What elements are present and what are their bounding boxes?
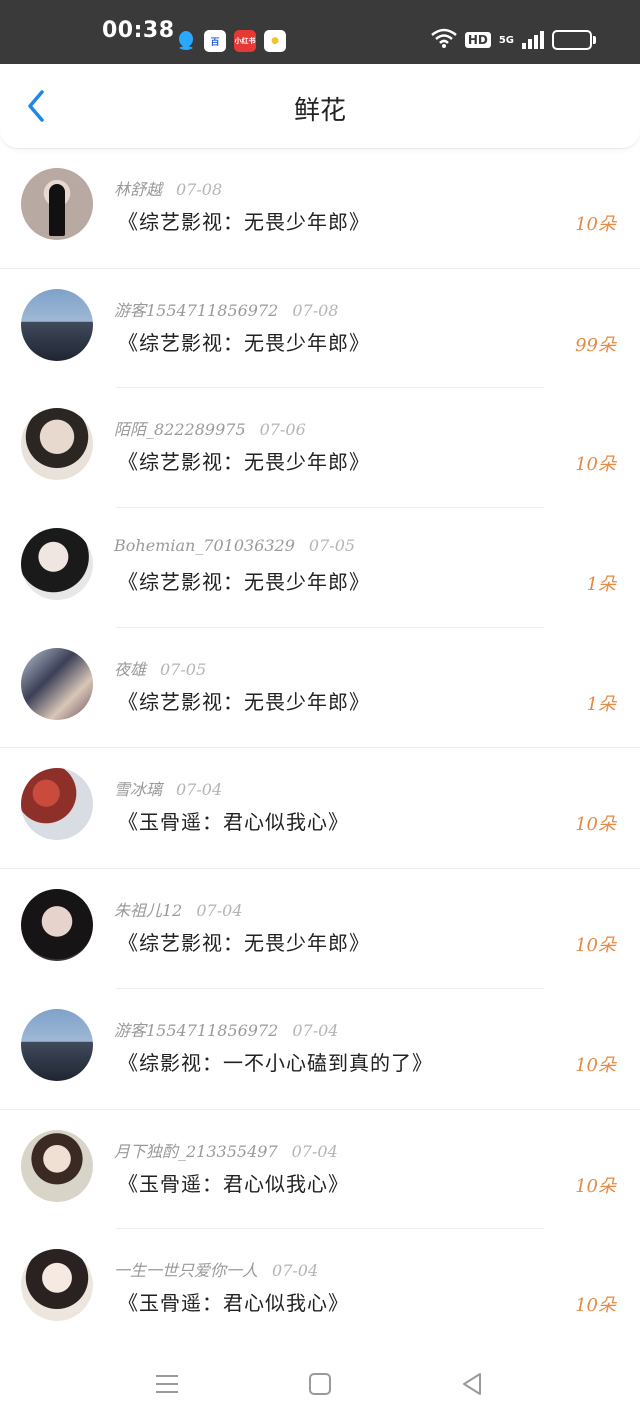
list-item[interactable]: 林舒越 07-08 《综艺影视：无畏少年郎》 10朵 xyxy=(0,148,640,269)
username: Bohemian_701036329 xyxy=(114,536,295,556)
list-item[interactable]: 夜雄 07-05 《综艺影视：无畏少年郎》 1朵 xyxy=(0,628,640,749)
list-item[interactable]: 游客1554711856972 07-08 《综艺影视：无畏少年郎》 99朵 xyxy=(0,269,640,389)
item-meta: 陌陌_822289975 07-06 xyxy=(114,416,306,440)
date: 07-05 xyxy=(308,536,356,556)
status-right-icons: HD 5G xyxy=(431,28,596,52)
status-bar: 00:38 百 小红书 ● HD 5G xyxy=(0,0,640,64)
network-type: 5G xyxy=(498,34,514,46)
username: 林舒越 xyxy=(114,180,163,199)
page-title: 鲜花 xyxy=(293,96,346,126)
avatar xyxy=(21,1008,93,1081)
item-meta: 游客1554711856972 07-04 xyxy=(114,1017,338,1041)
date: 07-04 xyxy=(272,1261,319,1281)
flower-count: 10朵 xyxy=(575,454,616,476)
avatar xyxy=(21,288,93,361)
item-meta: 月下独酌_213355497 07-04 xyxy=(114,1138,338,1162)
date: 07-04 xyxy=(176,780,223,800)
baidu-app-icon: 百 xyxy=(204,30,226,52)
username: 陌陌_822289975 xyxy=(114,420,246,440)
flower-count: 10朵 xyxy=(575,214,616,235)
avatar xyxy=(21,1249,93,1322)
recent-apps-button[interactable] xyxy=(153,1370,181,1398)
flower-list: 林舒越 07-08 《综艺影视：无畏少年郎》 10朵 游客155471185697… xyxy=(0,148,640,1349)
avatar xyxy=(21,528,93,601)
work-title: 《综艺影视：无畏少年郎》 xyxy=(118,330,370,355)
avatar xyxy=(21,168,93,240)
home-button[interactable] xyxy=(306,1370,334,1398)
system-nav-bar xyxy=(0,1342,640,1422)
username: 夜雄 xyxy=(114,659,147,679)
username: 朱祖儿12 xyxy=(114,901,183,921)
flower-count: 10朵 xyxy=(575,1295,616,1317)
work-title: 《玉骨遥：君心似我心》 xyxy=(118,810,349,835)
list-item[interactable]: Bohemian_701036329 07-05 《综艺影视：无畏少年郎》 1朵 xyxy=(0,508,640,628)
work-title: 《综艺影视：无畏少年郎》 xyxy=(118,570,370,595)
item-meta: 朱祖儿12 07-04 xyxy=(114,897,243,921)
nav-back-button[interactable] xyxy=(458,1370,486,1398)
avatar xyxy=(21,889,93,962)
hd-badge: HD xyxy=(464,32,491,48)
date: 07-04 xyxy=(291,1141,338,1161)
qq-app-icon xyxy=(176,30,196,52)
menu-icon xyxy=(156,1375,178,1393)
wifi-icon xyxy=(431,28,457,52)
work-title: 《综艺影视：无畏少年郎》 xyxy=(118,931,370,956)
date: 07-08 xyxy=(176,180,223,199)
work-title: 《综影视：一不小心磕到真的了》 xyxy=(118,1050,433,1075)
avatar xyxy=(21,1129,93,1202)
list-item[interactable]: 陌陌_822289975 07-06 《综艺影视：无畏少年郎》 10朵 xyxy=(0,388,640,508)
flower-count: 10朵 xyxy=(575,935,616,957)
work-title: 《综艺影视：无畏少年郎》 xyxy=(118,210,370,234)
work-title: 《综艺影视：无畏少年郎》 xyxy=(118,689,370,714)
date: 07-06 xyxy=(259,420,306,440)
item-meta: 一生一世只爱你一人 07-04 xyxy=(114,1257,318,1281)
flower-count: 1朵 xyxy=(586,574,616,596)
date: 07-05 xyxy=(160,659,207,679)
item-meta: 雪冰璃 07-04 xyxy=(114,776,222,800)
flower-count: 99朵 xyxy=(575,334,616,356)
list-item[interactable]: 月下独酌_213355497 07-04 《玉骨遥：君心似我心》 10朵 xyxy=(0,1110,640,1230)
date: 07-04 xyxy=(196,901,243,921)
work-title: 《综艺影视：无畏少年郎》 xyxy=(118,450,370,475)
flower-count: 1朵 xyxy=(586,693,616,715)
status-app-icons: 百 小红书 ● xyxy=(176,30,286,52)
username: 游客1554711856972 xyxy=(114,1020,279,1040)
battery-icon xyxy=(552,30,596,50)
work-title: 《玉骨遥：君心似我心》 xyxy=(118,1291,349,1316)
signal-icon xyxy=(522,31,544,49)
list-item[interactable]: 一生一世只爱你一人 07-04 《玉骨遥：君心似我心》 10朵 xyxy=(0,1229,640,1349)
page-header: 鲜花 xyxy=(0,64,640,149)
list-item[interactable]: 雪冰璃 07-04 《玉骨遥：君心似我心》 10朵 xyxy=(0,748,640,870)
list-item[interactable]: 朱祖儿12 07-04 《综艺影视：无畏少年郎》 10朵 xyxy=(0,869,640,989)
work-title: 《玉骨遥：君心似我心》 xyxy=(118,1171,349,1196)
wechat-app-icon: ● xyxy=(264,30,286,52)
username: 游客1554711856972 xyxy=(114,300,279,320)
square-icon xyxy=(309,1373,331,1395)
avatar xyxy=(21,647,93,720)
status-time: 00:38 xyxy=(102,18,175,43)
avatar xyxy=(21,768,93,841)
username: 雪冰璃 xyxy=(114,780,163,800)
avatar xyxy=(21,408,93,481)
username: 月下独酌_213355497 xyxy=(114,1141,278,1161)
item-meta: Bohemian_701036329 07-05 xyxy=(114,536,355,555)
list-item[interactable]: 游客1554711856972 07-04 《综影视：一不小心磕到真的了》 10朵 xyxy=(0,989,640,1110)
flower-count: 10朵 xyxy=(575,814,616,836)
date: 07-08 xyxy=(292,300,339,320)
date: 07-04 xyxy=(292,1020,339,1040)
item-meta: 游客1554711856972 07-08 xyxy=(114,297,338,321)
flower-count: 10朵 xyxy=(575,1054,616,1076)
triangle-back-icon xyxy=(463,1373,481,1395)
username: 一生一世只爱你一人 xyxy=(114,1261,259,1281)
item-meta: 夜雄 07-05 xyxy=(114,656,206,680)
xiaohongshu-app-icon: 小红书 xyxy=(234,30,256,52)
flower-count: 10朵 xyxy=(575,1175,616,1197)
item-meta: 林舒越 07-08 xyxy=(114,176,222,200)
